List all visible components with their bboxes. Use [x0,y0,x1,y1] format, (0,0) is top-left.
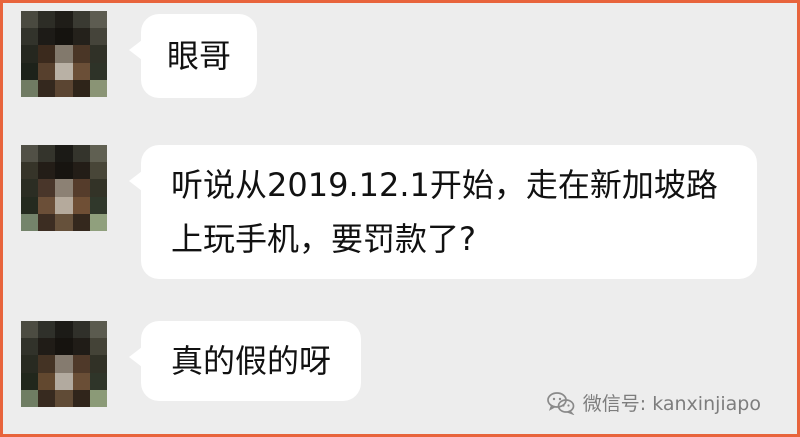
message-text: 真的假的呀 [171,342,332,380]
chat-screenshot-frame: 眼哥 听说从2019.12.1开始，走在新加坡路上玩手机，要罚款了? 真的假的呀 [0,0,800,437]
message-bubble[interactable]: 真的假的呀 [128,321,362,401]
message-text: 听说从2019.12.1开始，走在新加坡路上玩手机，要罚款了? [171,166,718,258]
message-bubble[interactable]: 听说从2019.12.1开始，走在新加坡路上玩手机，要罚款了? [129,145,757,279]
pixelated-avatar-icon[interactable] [21,321,107,407]
message-text: 眼哥 [167,37,232,75]
pixelated-avatar-icon[interactable] [21,11,107,97]
pixelated-avatar-icon[interactable] [21,145,107,231]
wechat-icon [546,391,575,415]
wechat-watermark: 微信号: kanxinjiapo [546,389,761,416]
wechat-id-text: 微信号: kanxinjiapo [582,393,761,415]
message-bubble[interactable]: 眼哥 [128,14,258,98]
